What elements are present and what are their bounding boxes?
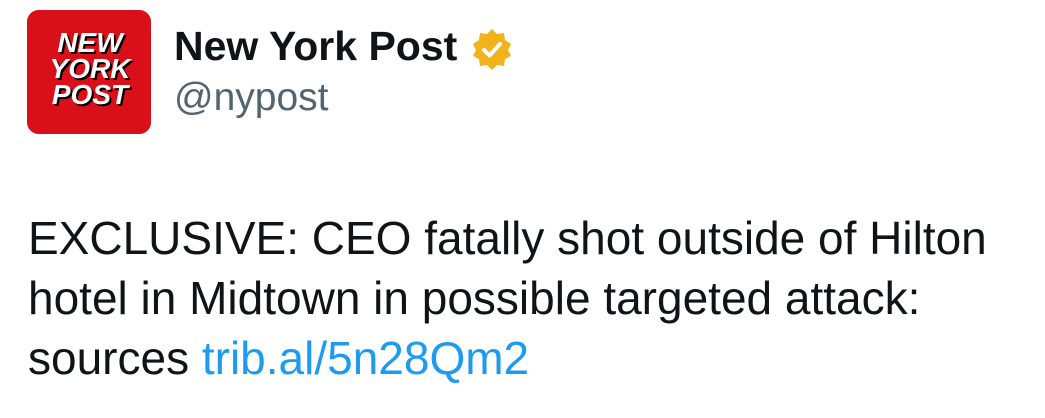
avatar[interactable]: NEW NEW YORK YORK POST POST — [27, 10, 151, 134]
user-handle[interactable]: @nypost — [174, 74, 329, 122]
new-york-post-logo: NEW NEW YORK YORK POST POST — [27, 10, 151, 134]
display-name[interactable]: New York Post — [174, 20, 457, 72]
verified-badge-shape — [473, 29, 511, 70]
tweet-card: NEW NEW YORK YORK POST POST New York Pos… — [0, 0, 1045, 418]
tweet-text: EXCLUSIVE: CEO fatally shot outside of H… — [28, 208, 1028, 388]
tweet-link[interactable]: trib.al/5n28Qm2 — [202, 332, 529, 384]
verified-badge-icon[interactable] — [470, 27, 514, 71]
logo-line: POST — [52, 79, 131, 110]
